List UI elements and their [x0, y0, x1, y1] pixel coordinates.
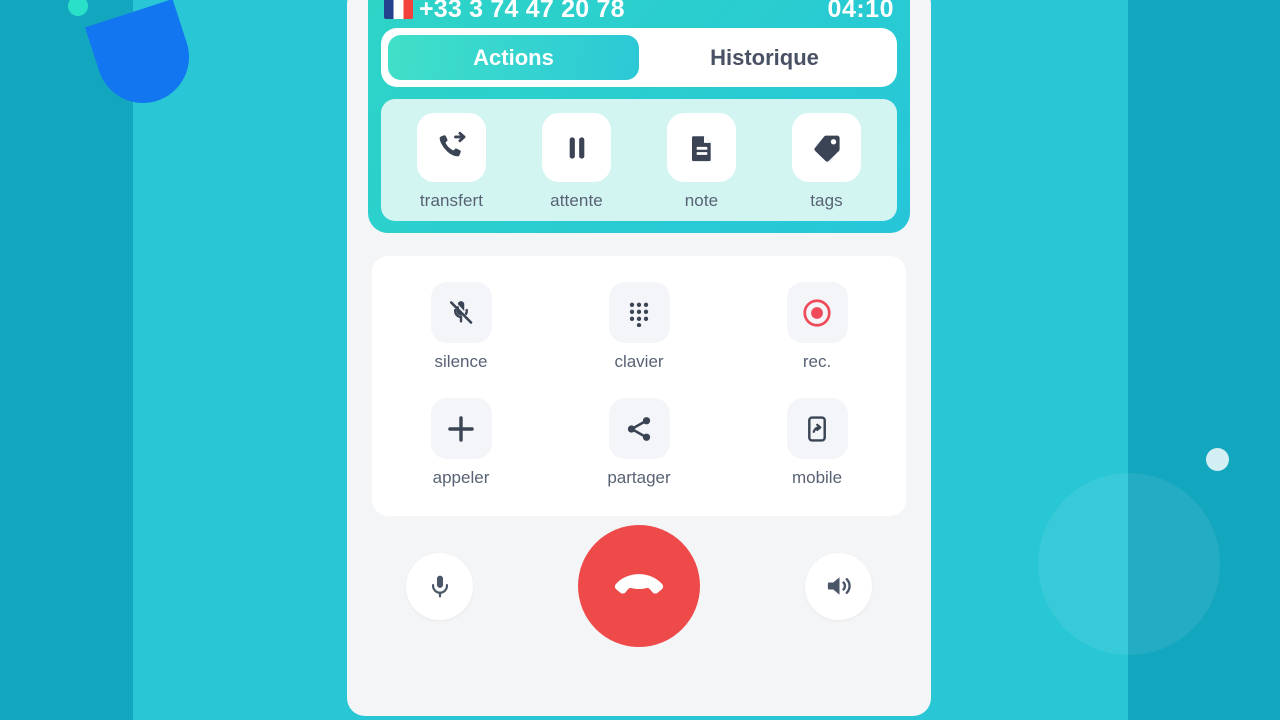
- call-forward-icon: [435, 131, 469, 165]
- control-silence[interactable]: silence: [372, 282, 550, 372]
- decorative-white-dot: [1206, 448, 1229, 471]
- tab-historique[interactable]: Historique: [639, 35, 890, 80]
- share-icon: [624, 414, 654, 444]
- call-controls-card: silence clavier rec. appeler partager mo…: [372, 256, 906, 516]
- tab-historique-label: Historique: [710, 44, 819, 70]
- quick-action-transfert-label: transfert: [419, 191, 484, 210]
- dialpad-icon: [625, 299, 653, 327]
- plus-icon: [444, 412, 478, 446]
- quick-action-tags-label: tags: [810, 191, 843, 210]
- control-silence-label: silence: [434, 352, 488, 371]
- record-icon: [801, 297, 833, 329]
- control-appeler-tile: [430, 398, 492, 459]
- tag-icon: [810, 131, 844, 165]
- control-clavier-tile: [608, 282, 670, 343]
- quick-action-transfert-tile: [417, 113, 486, 182]
- quick-action-tags[interactable]: tags: [774, 113, 880, 211]
- control-appeler[interactable]: appeler: [372, 398, 550, 488]
- control-rec-label: rec.: [802, 352, 832, 371]
- control-partager[interactable]: partager: [550, 398, 728, 488]
- mic-off-icon: [446, 298, 476, 328]
- quick-action-note-label: note: [684, 191, 719, 210]
- control-rec[interactable]: rec.: [728, 282, 906, 372]
- pause-icon: [561, 132, 593, 164]
- quick-action-attente-label: attente: [550, 191, 603, 210]
- call-controls-grid: silence clavier rec. appeler partager mo…: [372, 282, 906, 488]
- quick-action-transfert[interactable]: transfert: [399, 113, 505, 211]
- quick-action-attente[interactable]: attente: [524, 113, 630, 211]
- caller-phone-number: +33 3 74 47 20 78: [419, 0, 625, 23]
- speaker-button[interactable]: [805, 552, 872, 620]
- quick-action-attente-tile: [542, 113, 611, 182]
- app-background: +33 3 74 47 20 78 04:10 Actions Historiq…: [0, 0, 1280, 720]
- control-partager-tile: [608, 398, 670, 459]
- control-clavier[interactable]: clavier: [550, 282, 728, 372]
- call-duration-timer: 04:10: [827, 0, 894, 23]
- tab-actions[interactable]: Actions: [388, 35, 639, 80]
- document-icon: [686, 132, 718, 164]
- call-panel: +33 3 74 47 20 78 04:10 Actions Historiq…: [347, 0, 931, 716]
- quick-action-note[interactable]: note: [649, 113, 755, 211]
- france-flag-icon: [384, 0, 413, 19]
- control-clavier-label: clavier: [614, 352, 664, 371]
- call-header-card: +33 3 74 47 20 78 04:10 Actions Historiq…: [368, 0, 910, 233]
- control-appeler-label: appeler: [432, 468, 490, 487]
- background-band-left: [0, 0, 133, 720]
- hangup-button[interactable]: [578, 525, 700, 647]
- control-rec-tile: [786, 282, 848, 343]
- speaker-icon: [824, 571, 854, 601]
- quick-action-note-tile: [667, 113, 736, 182]
- decorative-large-circle: [1038, 473, 1220, 655]
- control-partager-label: partager: [607, 468, 671, 487]
- microphone-button[interactable]: [406, 552, 473, 620]
- call-info-row: +33 3 74 47 20 78 04:10: [368, 0, 910, 28]
- control-silence-tile: [430, 282, 492, 343]
- control-mobile-tile: [786, 398, 848, 459]
- control-mobile[interactable]: mobile: [728, 398, 906, 488]
- microphone-icon: [427, 573, 453, 599]
- control-mobile-label: mobile: [791, 468, 843, 487]
- tab-bar: Actions Historique: [381, 28, 897, 87]
- caller-identity: +33 3 74 47 20 78: [384, 0, 625, 24]
- call-bottom-bar: [372, 486, 906, 686]
- quick-actions-strip: transfert attente note tags: [381, 99, 897, 221]
- hangup-phone-icon: [608, 555, 670, 617]
- quick-action-tags-tile: [792, 113, 861, 182]
- mobile-forward-icon: [803, 415, 831, 443]
- tab-actions-label: Actions: [473, 44, 554, 70]
